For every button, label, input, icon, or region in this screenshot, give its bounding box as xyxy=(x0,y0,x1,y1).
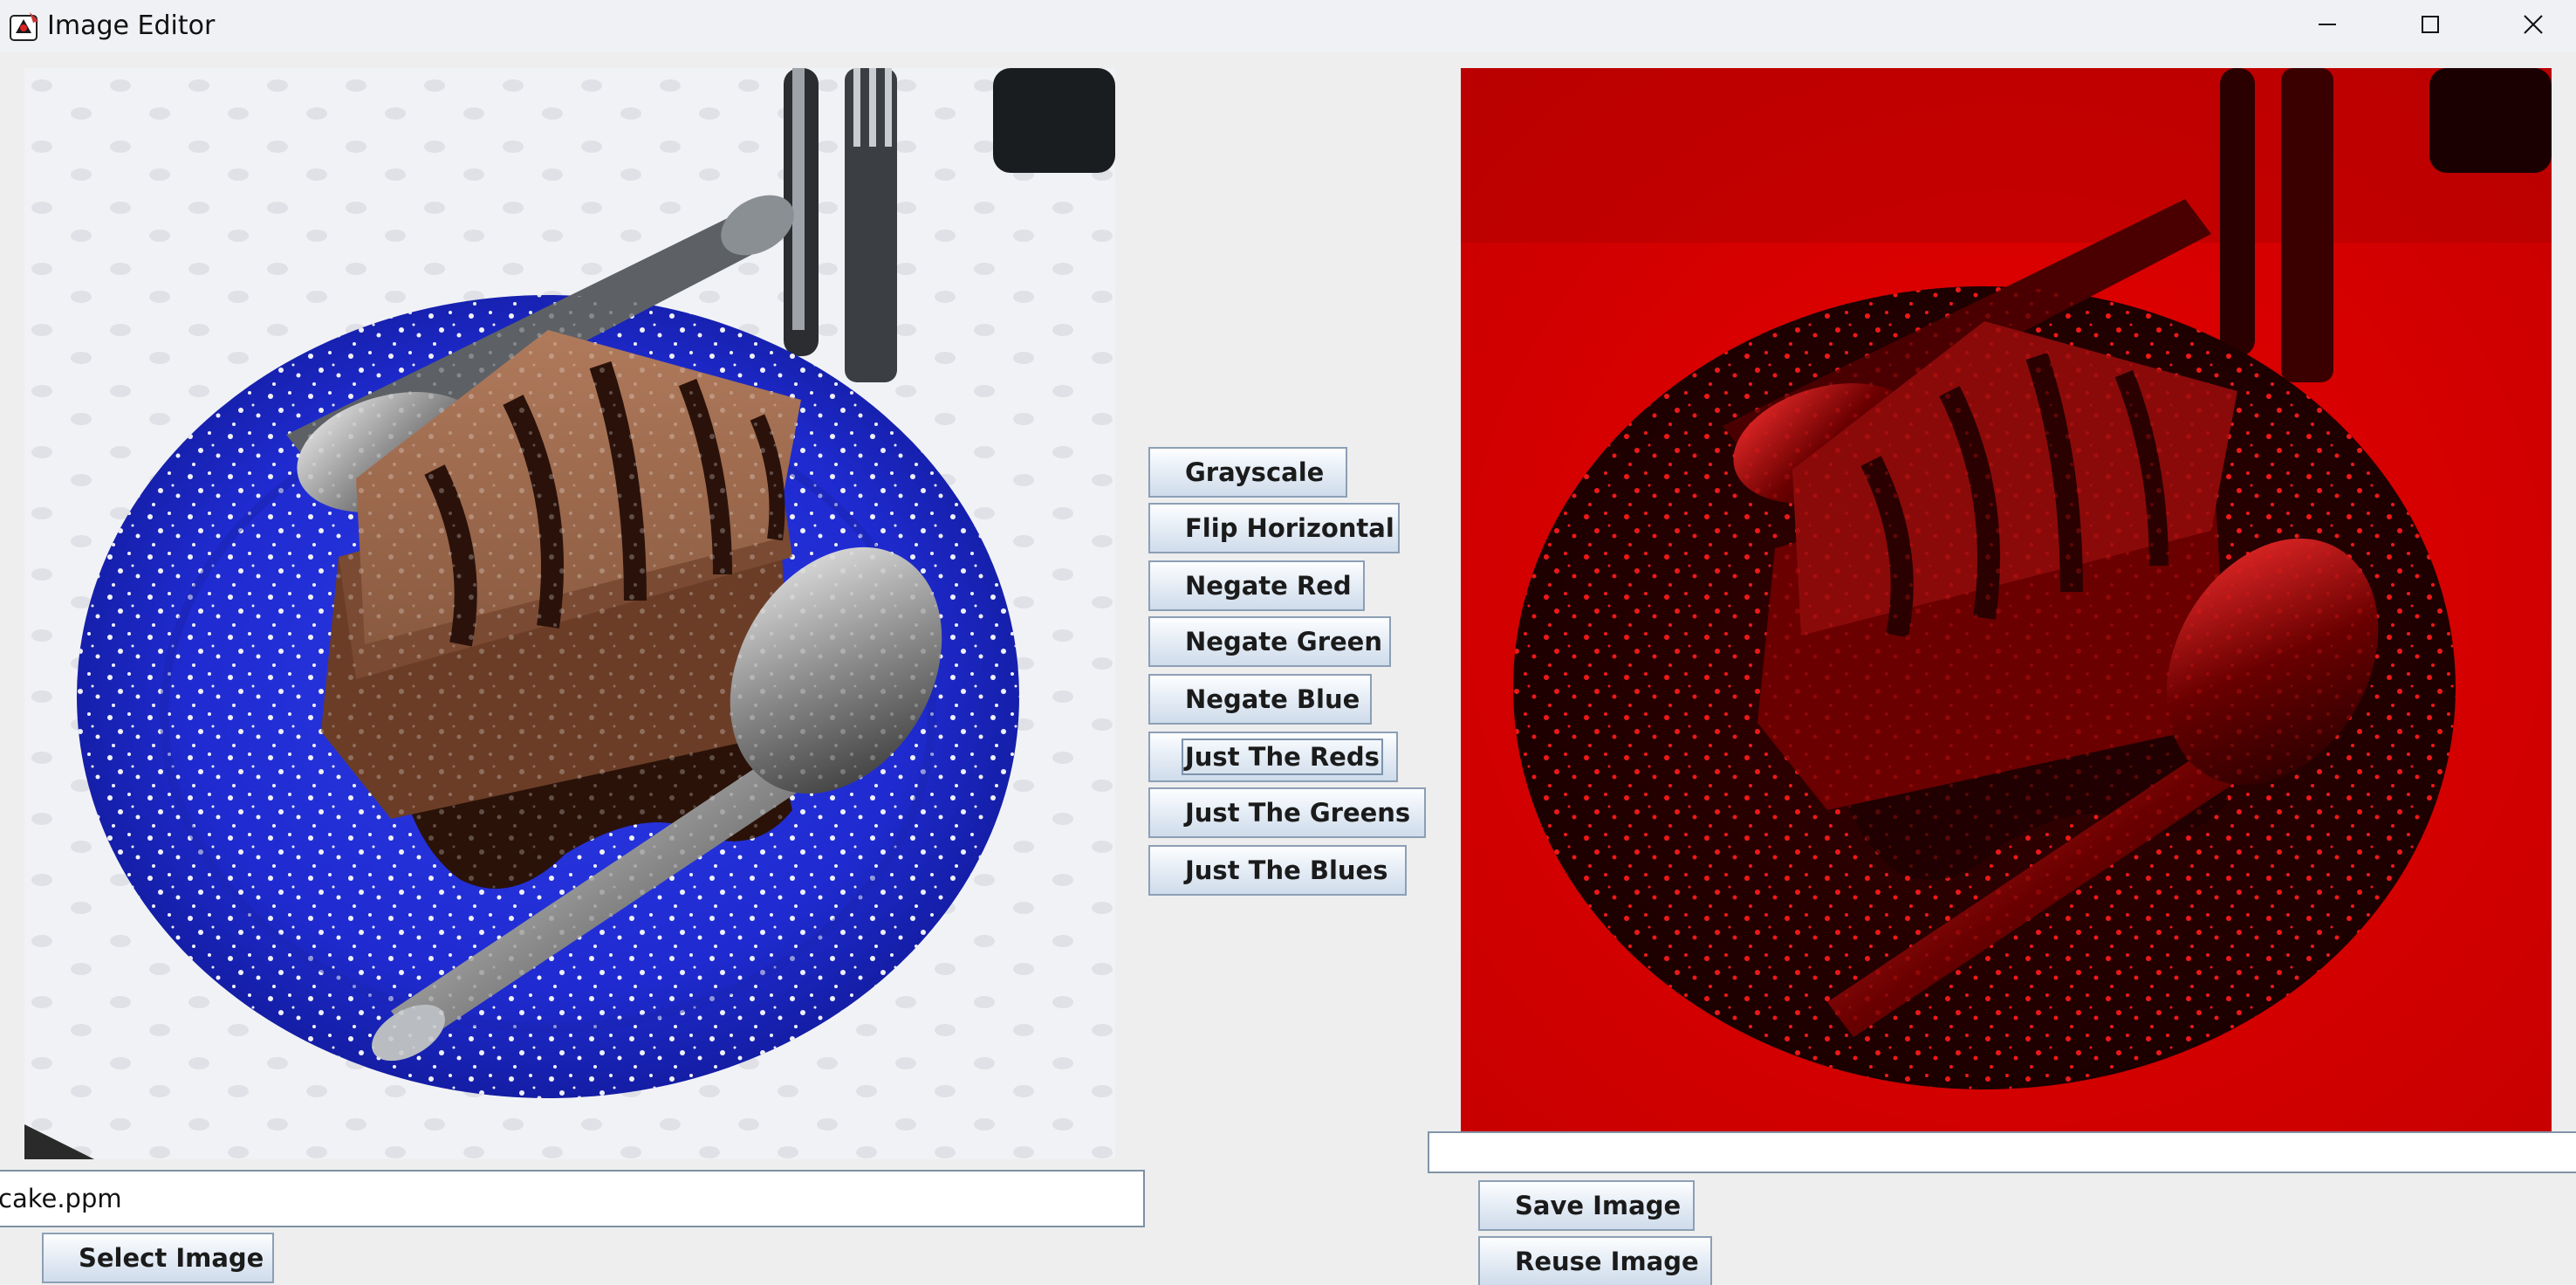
close-button[interactable] xyxy=(2482,0,2576,52)
negate-red-button[interactable]: Negate Red xyxy=(1148,560,1365,611)
negate-green-button-label: Negate Green xyxy=(1185,627,1382,656)
just-the-greens-button[interactable]: Just The Greens xyxy=(1148,787,1426,838)
image-editor-window: Image Editor Grayscale Flip Horizontal N… xyxy=(0,0,2576,1285)
minimize-icon xyxy=(2317,14,2338,39)
just-the-reds-button-label: Just The Reds xyxy=(1182,739,1383,775)
edited-image xyxy=(1461,68,2552,1133)
just-the-blues-button-label: Just The Blues xyxy=(1185,856,1388,885)
grayscale-button[interactable]: Grayscale xyxy=(1148,447,1347,498)
flip-horizontal-button[interactable]: Flip Horizontal xyxy=(1148,503,1400,553)
file-path-input[interactable] xyxy=(0,1170,1145,1227)
negate-red-button-label: Negate Red xyxy=(1185,571,1352,601)
just-the-greens-button-label: Just The Greens xyxy=(1185,798,1411,828)
reuse-image-button[interactable]: Reuse Image xyxy=(1478,1236,1712,1285)
window-title: Image Editor xyxy=(47,10,216,41)
save-image-button-label: Save Image xyxy=(1515,1191,1682,1220)
grayscale-button-label: Grayscale xyxy=(1185,457,1325,487)
select-image-button-label: Select Image xyxy=(79,1243,264,1273)
java-duke-icon xyxy=(7,7,44,44)
original-image xyxy=(24,68,1115,1159)
negate-blue-button-label: Negate Blue xyxy=(1185,684,1360,714)
negate-green-button[interactable]: Negate Green xyxy=(1148,616,1391,667)
just-the-blues-button[interactable]: Just The Blues xyxy=(1148,845,1407,896)
negate-blue-button[interactable]: Negate Blue xyxy=(1148,674,1372,725)
close-icon xyxy=(2523,14,2544,39)
title-bar: Image Editor xyxy=(0,0,2576,52)
maximize-icon xyxy=(2420,14,2441,39)
output-path-input[interactable] xyxy=(1428,1131,2576,1173)
select-image-button[interactable]: Select Image xyxy=(42,1233,274,1283)
minimize-button[interactable] xyxy=(2276,0,2379,52)
flip-horizontal-button-label: Flip Horizontal xyxy=(1185,513,1394,543)
save-image-button[interactable]: Save Image xyxy=(1478,1180,1695,1231)
maximize-button[interactable] xyxy=(2379,0,2482,52)
just-the-reds-button[interactable]: Just The Reds xyxy=(1148,732,1398,782)
reuse-image-button-label: Reuse Image xyxy=(1515,1247,1699,1276)
